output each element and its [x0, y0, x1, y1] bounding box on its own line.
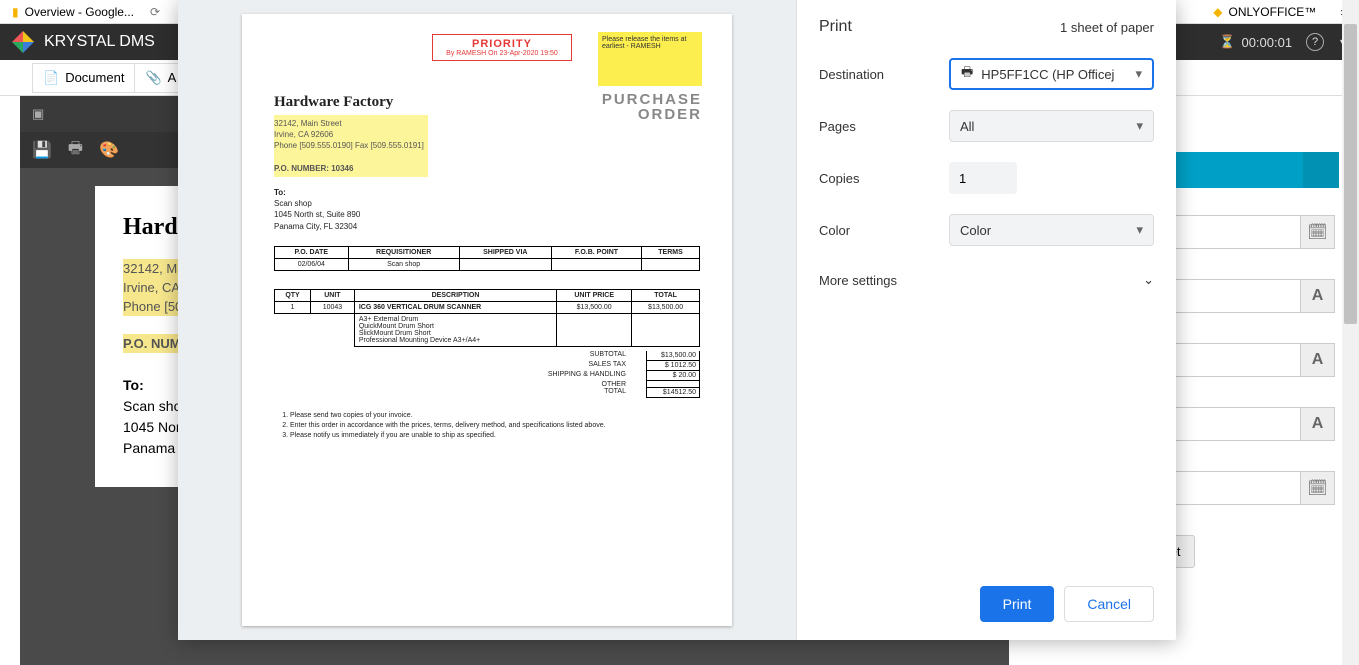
- copies-input[interactable]: [949, 162, 1017, 194]
- preview-page: PRIORITY By RAMESH On 23-Apr-2020 19:50 …: [242, 14, 732, 626]
- color-value: Color: [960, 223, 991, 238]
- company-address: 32142, Main Street Irvine, CA 92606 Phon…: [274, 115, 428, 177]
- pages-select[interactable]: All ▾: [949, 110, 1154, 142]
- more-settings-label: More settings: [819, 273, 897, 288]
- priority-label: PRIORITY: [433, 38, 571, 50]
- page-scrollbar[interactable]: [1342, 0, 1359, 665]
- po-notes: Please send two copies of your invoice.E…: [274, 412, 700, 441]
- totals-block: SUBTOTAL$13,500.00SALES TAX$ 1012.50SHIP…: [274, 351, 700, 398]
- more-settings-toggle[interactable]: More settings ⌄: [819, 266, 1154, 294]
- pages-label: Pages: [819, 119, 949, 134]
- chevron-down-icon: ▾: [1135, 66, 1142, 82]
- dialog-backdrop: PRIORITY By RAMESH On 23-Apr-2020 19:50 …: [0, 0, 1359, 665]
- pages-value: All: [960, 119, 974, 134]
- priority-sub: By RAMESH On 23-Apr-2020 19:50: [433, 50, 571, 57]
- print-controls: Print 1 sheet of paper Destination 🖶 HP5…: [796, 0, 1176, 640]
- destination-label: Destination: [819, 67, 949, 82]
- priority-stamp: PRIORITY By RAMESH On 23-Apr-2020 19:50: [432, 34, 572, 61]
- po-meta-table: P.O. DATEREQUISITIONERSHIPPED VIAF.O.B. …: [274, 246, 700, 271]
- sticky-note: Please release the items at earliest - R…: [598, 32, 702, 86]
- chevron-down-icon: ▾: [1136, 222, 1143, 238]
- copies-label: Copies: [819, 171, 949, 186]
- destination-value: HP5FF1CC (HP Officej: [981, 67, 1135, 82]
- print-preview-pane: PRIORITY By RAMESH On 23-Apr-2020 19:50 …: [178, 0, 796, 640]
- printer-icon: 🖶: [961, 63, 973, 85]
- print-title: Print: [819, 18, 852, 36]
- po-items-table: QTYUNITDESCRIPTIONUNIT PRICETOTAL 110043…: [274, 289, 700, 347]
- scrollbar-thumb[interactable]: [1344, 24, 1357, 324]
- print-dialog: PRIORITY By RAMESH On 23-Apr-2020 19:50 …: [178, 0, 1176, 640]
- chevron-down-icon: ⌄: [1143, 272, 1154, 288]
- color-select[interactable]: Color ▾: [949, 214, 1154, 246]
- po-stamp: PURCHASE ORDER: [602, 92, 702, 122]
- ship-to: To: Scan shop 1045 North st, Suite 890 P…: [274, 187, 700, 232]
- print-button[interactable]: Print: [980, 586, 1055, 622]
- chevron-down-icon: ▾: [1136, 118, 1143, 134]
- color-label: Color: [819, 223, 949, 238]
- cancel-button[interactable]: Cancel: [1064, 586, 1154, 622]
- sheet-count: 1 sheet of paper: [1060, 20, 1154, 35]
- destination-select[interactable]: 🖶 HP5FF1CC (HP Officej ▾: [949, 58, 1154, 90]
